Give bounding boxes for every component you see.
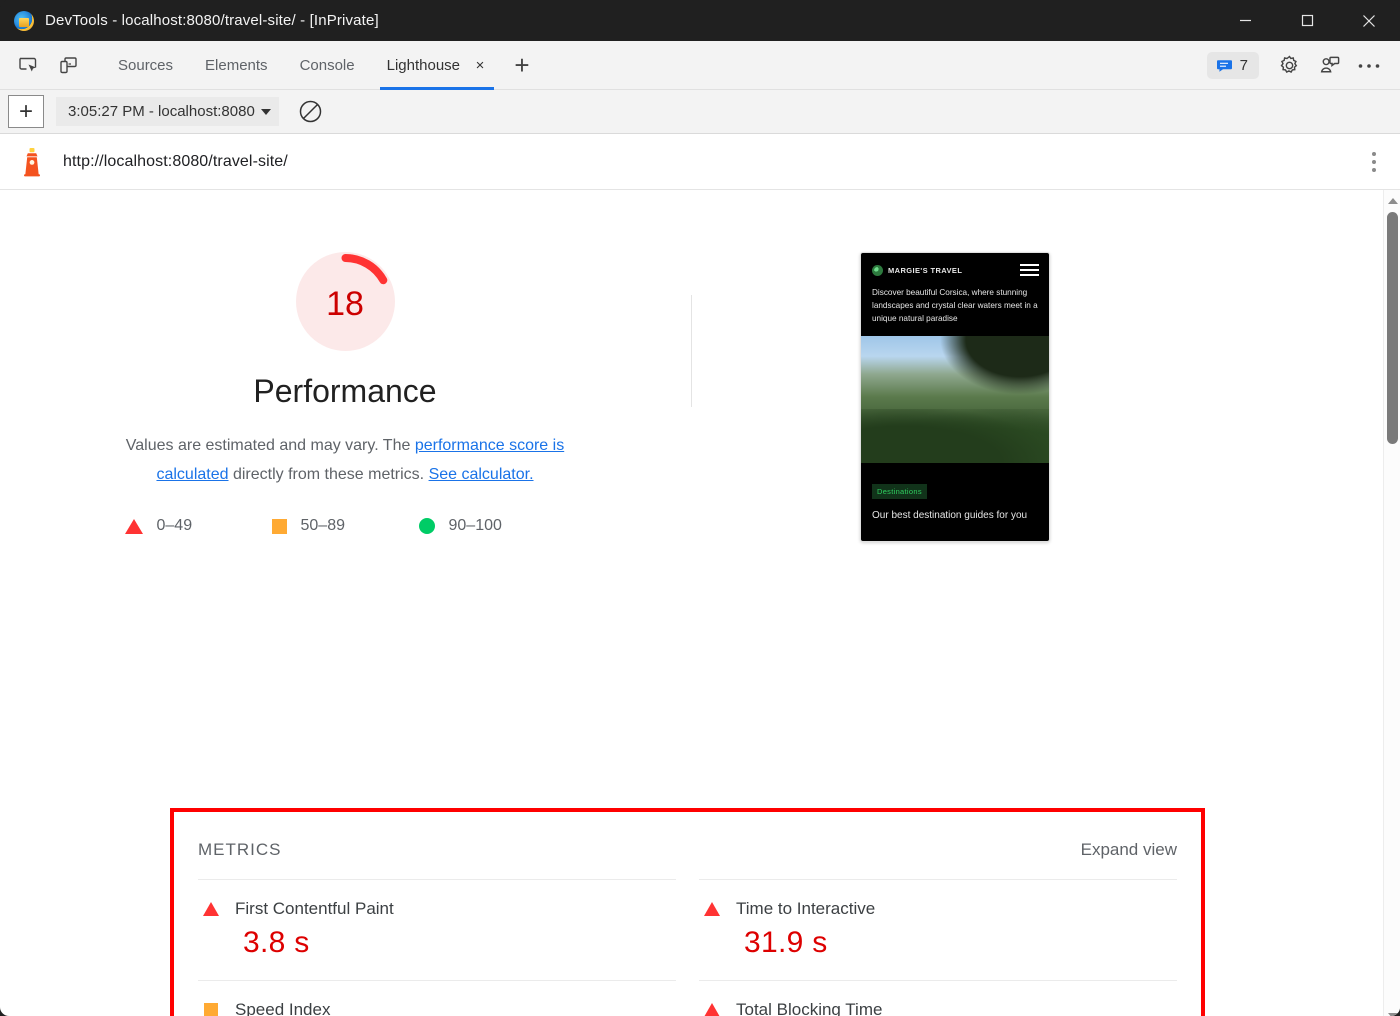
legend-item-pass: 90–100 xyxy=(419,517,566,535)
triangle-fail-icon xyxy=(125,519,143,534)
kebab-menu-icon[interactable] xyxy=(1372,152,1376,172)
score-description: Values are estimated and may vary. The p… xyxy=(115,431,575,489)
messages-count: 7 xyxy=(1240,57,1248,74)
message-bubble-icon xyxy=(1216,57,1233,74)
metric-name: First Contentful Paint xyxy=(235,899,394,919)
more-ellipsis-icon[interactable] xyxy=(1350,49,1388,83)
metric-time-to-interactive[interactable]: Time to Interactive 31.9 s xyxy=(699,879,1177,980)
performance-gauge: 18 xyxy=(296,252,395,351)
lighthouse-run-bar: + 3:05:27 PM - localhost:8080 xyxy=(0,90,1400,134)
thumbnail-brand-label: MARGIE'S TRAVEL xyxy=(888,266,962,275)
run-selector-dropdown[interactable]: 3:05:27 PM - localhost:8080 xyxy=(56,97,279,126)
devtools-window: DevTools - localhost:8080/travel-site/ -… xyxy=(0,0,1400,1016)
window-title: DevTools - localhost:8080/travel-site/ -… xyxy=(45,12,379,29)
scroll-up-arrow-icon[interactable] xyxy=(1384,192,1400,209)
thumbnail-tagline: Discover beautiful Corsica, where stunni… xyxy=(861,276,1049,336)
performance-score-value: 18 xyxy=(296,252,395,351)
metric-value: 3.8 s xyxy=(198,926,676,960)
metrics-grid: First Contentful Paint 3.8 s Time to Int… xyxy=(198,879,1177,1016)
report-url: http://localhost:8080/travel-site/ xyxy=(63,153,288,171)
legend-label: 90–100 xyxy=(449,517,502,535)
triangle-fail-icon xyxy=(203,902,219,916)
hamburger-menu-icon xyxy=(1020,264,1039,276)
gear-icon[interactable] xyxy=(1270,49,1308,83)
legend-label: 50–89 xyxy=(301,517,346,535)
metric-name: Speed Index xyxy=(235,1000,330,1016)
close-tab-icon[interactable]: × xyxy=(473,58,487,72)
window-controls xyxy=(1214,0,1400,41)
legend-label: 0–49 xyxy=(157,517,193,535)
metric-first-contentful-paint[interactable]: First Contentful Paint 3.8 s xyxy=(198,879,676,980)
square-average-icon xyxy=(272,519,287,534)
final-screenshot-block: MARGIE'S TRAVEL Discover beautiful Corsi… xyxy=(690,252,1400,542)
metrics-header: METRICS Expand view xyxy=(198,830,1177,860)
title-bar: DevTools - localhost:8080/travel-site/ -… xyxy=(0,0,1400,41)
legend-item-fail: 0–49 xyxy=(125,517,272,535)
tab-label: Console xyxy=(300,57,355,74)
metrics-section-label: METRICS xyxy=(198,840,282,860)
globe-icon xyxy=(872,265,883,276)
tab-label: Sources xyxy=(118,57,173,74)
add-tab-icon[interactable]: + xyxy=(505,48,539,82)
final-screenshot-thumbnail: MARGIE'S TRAVEL Discover beautiful Corsi… xyxy=(860,252,1050,542)
clear-all-icon[interactable] xyxy=(297,98,325,126)
scroll-down-arrow-icon[interactable] xyxy=(1384,1007,1400,1016)
metric-name: Total Blocking Time xyxy=(736,1000,882,1016)
score-desc-mid: directly from these metrics. xyxy=(229,466,429,483)
lighthouse-report: 18 Performance Values are estimated and … xyxy=(0,190,1400,1016)
inspect-element-icon[interactable] xyxy=(10,49,46,81)
square-average-icon xyxy=(204,1003,218,1016)
tab-sources[interactable]: Sources xyxy=(102,41,189,90)
edge-devtools-logo-icon xyxy=(14,11,34,31)
thumbnail-hero-photo xyxy=(861,336,1049,463)
report-scrollbar[interactable] xyxy=(1383,190,1400,1016)
lighthouse-icon xyxy=(19,147,45,177)
score-desc-pre: Values are estimated and may vary. The xyxy=(126,437,415,454)
metric-speed-index[interactable]: Speed Index 5.2 s xyxy=(198,980,676,1016)
metric-head: First Contentful Paint xyxy=(198,899,676,919)
tab-label: Lighthouse xyxy=(387,57,460,74)
triangle-fail-icon xyxy=(704,902,720,916)
section-divider xyxy=(691,295,692,407)
thumbnail-brand: MARGIE'S TRAVEL xyxy=(872,265,962,276)
devtools-tab-strip: Sources Elements Console Lighthouse × + … xyxy=(0,41,1400,90)
metrics-panel-highlight: METRICS Expand view First Contentful Pai… xyxy=(170,808,1205,1016)
run-selector-label: 3:05:27 PM - localhost:8080 xyxy=(68,103,255,120)
score-legend: 0–49 50–89 90–100 xyxy=(125,517,566,535)
chevron-down-icon xyxy=(261,109,271,115)
person-speech-bubble-icon[interactable] xyxy=(1310,49,1348,83)
tab-elements[interactable]: Elements xyxy=(189,41,284,90)
performance-score-block: 18 Performance Values are estimated and … xyxy=(0,252,690,542)
metric-total-blocking-time[interactable]: Total Blocking Time 6,000 ms xyxy=(699,980,1177,1016)
circle-pass-icon xyxy=(419,518,435,534)
performance-title: Performance xyxy=(253,373,436,410)
metric-head: Time to Interactive xyxy=(699,899,1177,919)
see-calculator-link[interactable]: See calculator. xyxy=(429,466,534,483)
legend-item-average: 50–89 xyxy=(272,517,419,535)
tabstrip-actions: 7 xyxy=(1207,41,1390,90)
thumbnail-footer: Destinations Our best destination guides… xyxy=(861,463,1049,521)
scrollbar-thumb[interactable] xyxy=(1387,212,1398,444)
triangle-fail-icon xyxy=(704,1003,720,1016)
minimize-button[interactable] xyxy=(1214,0,1276,41)
close-button[interactable] xyxy=(1338,0,1400,41)
messages-badge[interactable]: 7 xyxy=(1207,52,1259,79)
metric-head: Total Blocking Time xyxy=(699,1000,1177,1016)
tab-console[interactable]: Console xyxy=(284,41,371,90)
thumbnail-footer-text: Our best destination guides for you xyxy=(872,510,1038,521)
metric-value: 31.9 s xyxy=(699,926,1177,960)
new-audit-button[interactable]: + xyxy=(8,95,44,128)
thumbnail-chip: Destinations xyxy=(872,484,927,499)
score-section: 18 Performance Values are estimated and … xyxy=(0,190,1400,542)
metrics-panel: METRICS Expand view First Contentful Pai… xyxy=(174,812,1201,1016)
device-toolbar-icon[interactable] xyxy=(50,49,86,81)
thumbnail-header: MARGIE'S TRAVEL xyxy=(861,253,1049,276)
report-url-bar: http://localhost:8080/travel-site/ xyxy=(0,134,1400,190)
maximize-button[interactable] xyxy=(1276,0,1338,41)
metric-name: Time to Interactive xyxy=(736,899,875,919)
expand-view-button[interactable]: Expand view xyxy=(1081,840,1177,860)
metric-head: Speed Index xyxy=(198,1000,676,1016)
tab-lighthouse[interactable]: Lighthouse × xyxy=(371,41,503,90)
tab-label: Elements xyxy=(205,57,268,74)
